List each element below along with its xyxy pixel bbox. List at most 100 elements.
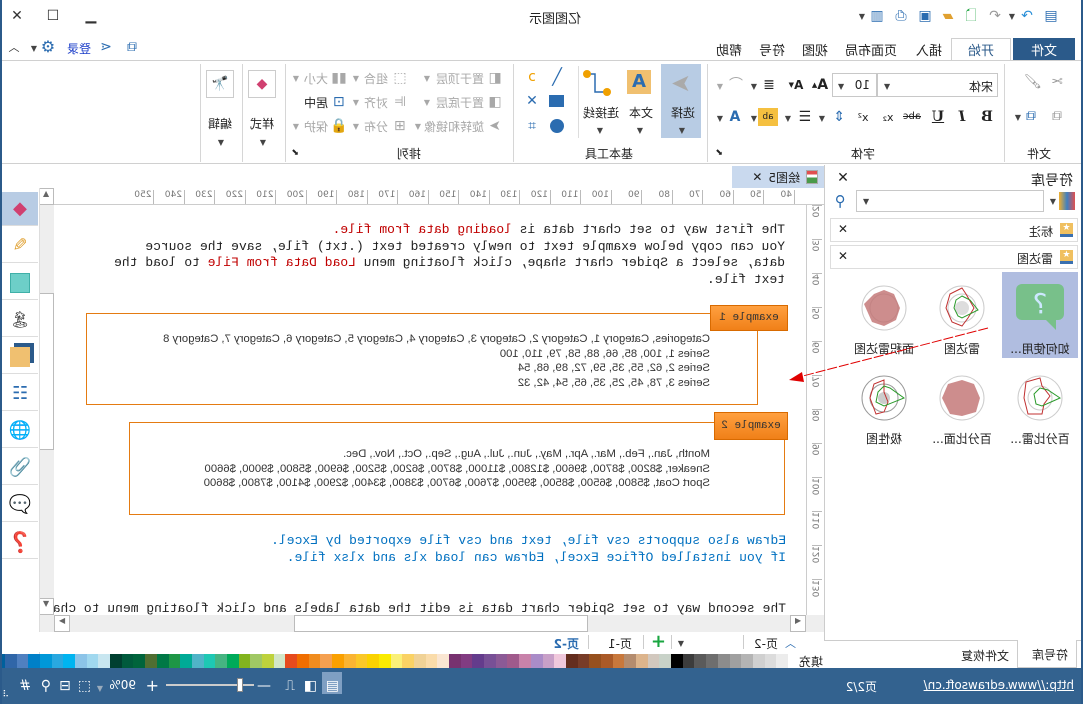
doc-tab[interactable]: 绘图5 ✕ bbox=[732, 166, 824, 188]
style-fill-icon[interactable]: ◆ bbox=[248, 70, 276, 98]
current-page-label[interactable]: 页-2 bbox=[754, 635, 778, 652]
zoom-level[interactable]: 90% bbox=[109, 678, 136, 692]
align-icon[interactable]: ⊫ bbox=[392, 94, 408, 110]
font-color-button[interactable]: A bbox=[727, 108, 743, 126]
settings-dropdown-icon[interactable]: ▼ bbox=[31, 44, 37, 53]
color-swatch[interactable] bbox=[565, 654, 578, 668]
scroll-left-icon[interactable]: ◀ bbox=[790, 615, 806, 632]
color-swatch[interactable] bbox=[121, 654, 134, 668]
color-swatch[interactable] bbox=[636, 654, 648, 668]
grow-font-button[interactable]: A ▲ bbox=[811, 75, 829, 95]
lock-icon[interactable]: 🔒 bbox=[330, 118, 347, 134]
color-swatch[interactable] bbox=[273, 654, 286, 668]
drawing-canvas[interactable]: The first way to set chart data is loadi… bbox=[54, 205, 806, 615]
color-swatch[interactable] bbox=[484, 654, 496, 668]
tab-home[interactable]: 开始 bbox=[951, 38, 1011, 60]
color-swatch[interactable] bbox=[168, 654, 181, 668]
zoom-in-icon[interactable]: + bbox=[146, 676, 159, 695]
image-icon[interactable]: 🏝 bbox=[2, 303, 38, 337]
color-swatch[interactable] bbox=[145, 654, 157, 668]
vertical-scroll-thumb[interactable] bbox=[38, 293, 54, 450]
subscript-button[interactable]: x₂ bbox=[880, 108, 896, 126]
print-icon[interactable]: ⎙ bbox=[891, 6, 911, 26]
distribute-icon[interactable]: ⊞ bbox=[392, 118, 408, 134]
font-color-dropdown-icon[interactable]: ▼ bbox=[717, 114, 723, 123]
comment-icon[interactable]: 💬 bbox=[2, 488, 38, 522]
color-swatch[interactable] bbox=[717, 654, 730, 668]
redo-icon[interactable]: ↷ bbox=[1017, 6, 1037, 26]
color-swatch[interactable] bbox=[98, 654, 111, 668]
color-swatch[interactable] bbox=[554, 654, 566, 668]
color-swatch[interactable] bbox=[262, 654, 274, 668]
library-stack-icon[interactable] bbox=[1059, 192, 1075, 210]
example-1-label[interactable]: example 1 bbox=[710, 305, 788, 331]
color-swatch[interactable] bbox=[86, 654, 99, 668]
website-link[interactable]: http://www.edrawsoft.cn/ bbox=[924, 678, 1074, 692]
symbol-how-to-use[interactable]: ? 如何使用... bbox=[1002, 272, 1078, 358]
arc-dropdown-icon[interactable]: ▼ bbox=[717, 82, 723, 91]
color-swatch[interactable] bbox=[472, 654, 485, 668]
symbol-percent-area[interactable]: 百分比面... bbox=[924, 362, 1000, 448]
group-label[interactable]: 组合 bbox=[364, 70, 388, 87]
bullets-icon[interactable]: ☰ bbox=[797, 108, 813, 126]
vertical-scrollbar[interactable]: ▲ ▼ bbox=[38, 188, 54, 615]
rotate-label[interactable]: 旋转和镜像 bbox=[424, 118, 484, 135]
chevron-down-icon[interactable]: ▼ bbox=[424, 98, 430, 107]
fill-icon[interactable]: ◆ bbox=[2, 192, 38, 226]
color-swatch[interactable] bbox=[741, 654, 753, 668]
close-icon[interactable]: ✕ bbox=[7, 6, 27, 26]
library-dropdown-icon[interactable]: ▼ bbox=[1050, 197, 1056, 206]
tab-view[interactable]: 视图 bbox=[795, 38, 835, 60]
help-icon[interactable]: ❓ bbox=[2, 525, 38, 559]
redo-dropdown-icon[interactable]: ▼ bbox=[1009, 12, 1015, 21]
color-swatch[interactable] bbox=[51, 654, 64, 668]
page-list-dropdown-icon[interactable]: ▼ bbox=[678, 639, 684, 648]
center-label[interactable]: 居中 bbox=[304, 94, 328, 111]
color-swatch[interactable] bbox=[694, 654, 707, 668]
chevron-down-icon[interactable]: ▼ bbox=[293, 122, 299, 131]
chevron-down-icon[interactable]: ▼ bbox=[353, 98, 359, 107]
tab-help[interactable]: 帮助 bbox=[709, 38, 749, 60]
shrink-font-button[interactable]: A ▼ bbox=[787, 75, 805, 95]
scroll-down-icon[interactable]: ▼ bbox=[38, 598, 54, 615]
chevron-down-icon[interactable]: ▼ bbox=[218, 138, 224, 147]
file-icon[interactable]: ▤ bbox=[1041, 6, 1061, 26]
color-swatch[interactable] bbox=[203, 654, 216, 668]
zoom-dropdown-icon[interactable]: ▼ bbox=[97, 684, 103, 693]
close-tab-icon[interactable]: ✕ bbox=[752, 170, 762, 184]
color-swatch[interactable] bbox=[378, 654, 391, 668]
chevron-down-icon[interactable]: ▼ bbox=[260, 138, 266, 147]
export-icon[interactable]: ▥ bbox=[867, 6, 887, 26]
chevron-down-icon[interactable]: ▼ bbox=[424, 74, 430, 83]
color-swatch[interactable] bbox=[133, 654, 146, 668]
layers-icon[interactable] bbox=[2, 340, 38, 374]
text-arc-icon[interactable]: ⌒ bbox=[725, 75, 747, 95]
color-swatch[interactable] bbox=[4, 654, 17, 668]
italic-button[interactable]: I bbox=[954, 108, 970, 126]
category-radar[interactable]: ★ 雷达图 ✕ bbox=[830, 245, 1078, 269]
example-2-label[interactable]: example 2 bbox=[714, 412, 788, 440]
presentation-icon[interactable]: ⎍ bbox=[285, 678, 295, 694]
copy-icon[interactable]: ⧉ bbox=[1047, 106, 1067, 126]
edit-label[interactable]: 编辑 bbox=[208, 115, 232, 132]
font-size-select[interactable]: 10 ▼ bbox=[832, 73, 877, 97]
color-swatch[interactable] bbox=[776, 654, 788, 668]
tab-symbol-library[interactable]: 符号库 bbox=[1017, 640, 1077, 668]
hyperlink-icon[interactable]: 🌐 bbox=[2, 414, 38, 448]
tab-symbol[interactable]: 符号 bbox=[751, 38, 793, 60]
symbol-radar[interactable]: 雷达图 bbox=[924, 272, 1000, 358]
close-category-icon[interactable]: ✕ bbox=[838, 249, 848, 263]
rectangle-shape-icon[interactable] bbox=[549, 95, 564, 107]
chevron-down-icon[interactable]: ▼ bbox=[353, 122, 359, 131]
page-list-icon[interactable]: ☷ bbox=[2, 377, 38, 411]
color-swatch[interactable] bbox=[577, 654, 590, 668]
superscript-button[interactable]: x² bbox=[855, 108, 871, 126]
highlight-dropdown-icon[interactable]: ▼ bbox=[751, 114, 757, 123]
chevron-up-icon[interactable]: ︿ bbox=[785, 635, 796, 651]
add-page-icon[interactable]: + bbox=[651, 631, 666, 652]
crop-icon[interactable]: ⌗ bbox=[523, 117, 541, 135]
color-swatch[interactable] bbox=[729, 654, 742, 668]
format-painter-icon[interactable]: 🖌 bbox=[1023, 72, 1043, 92]
close-panel-icon[interactable]: ✕ bbox=[835, 170, 851, 186]
color-swatch[interactable] bbox=[507, 654, 520, 668]
